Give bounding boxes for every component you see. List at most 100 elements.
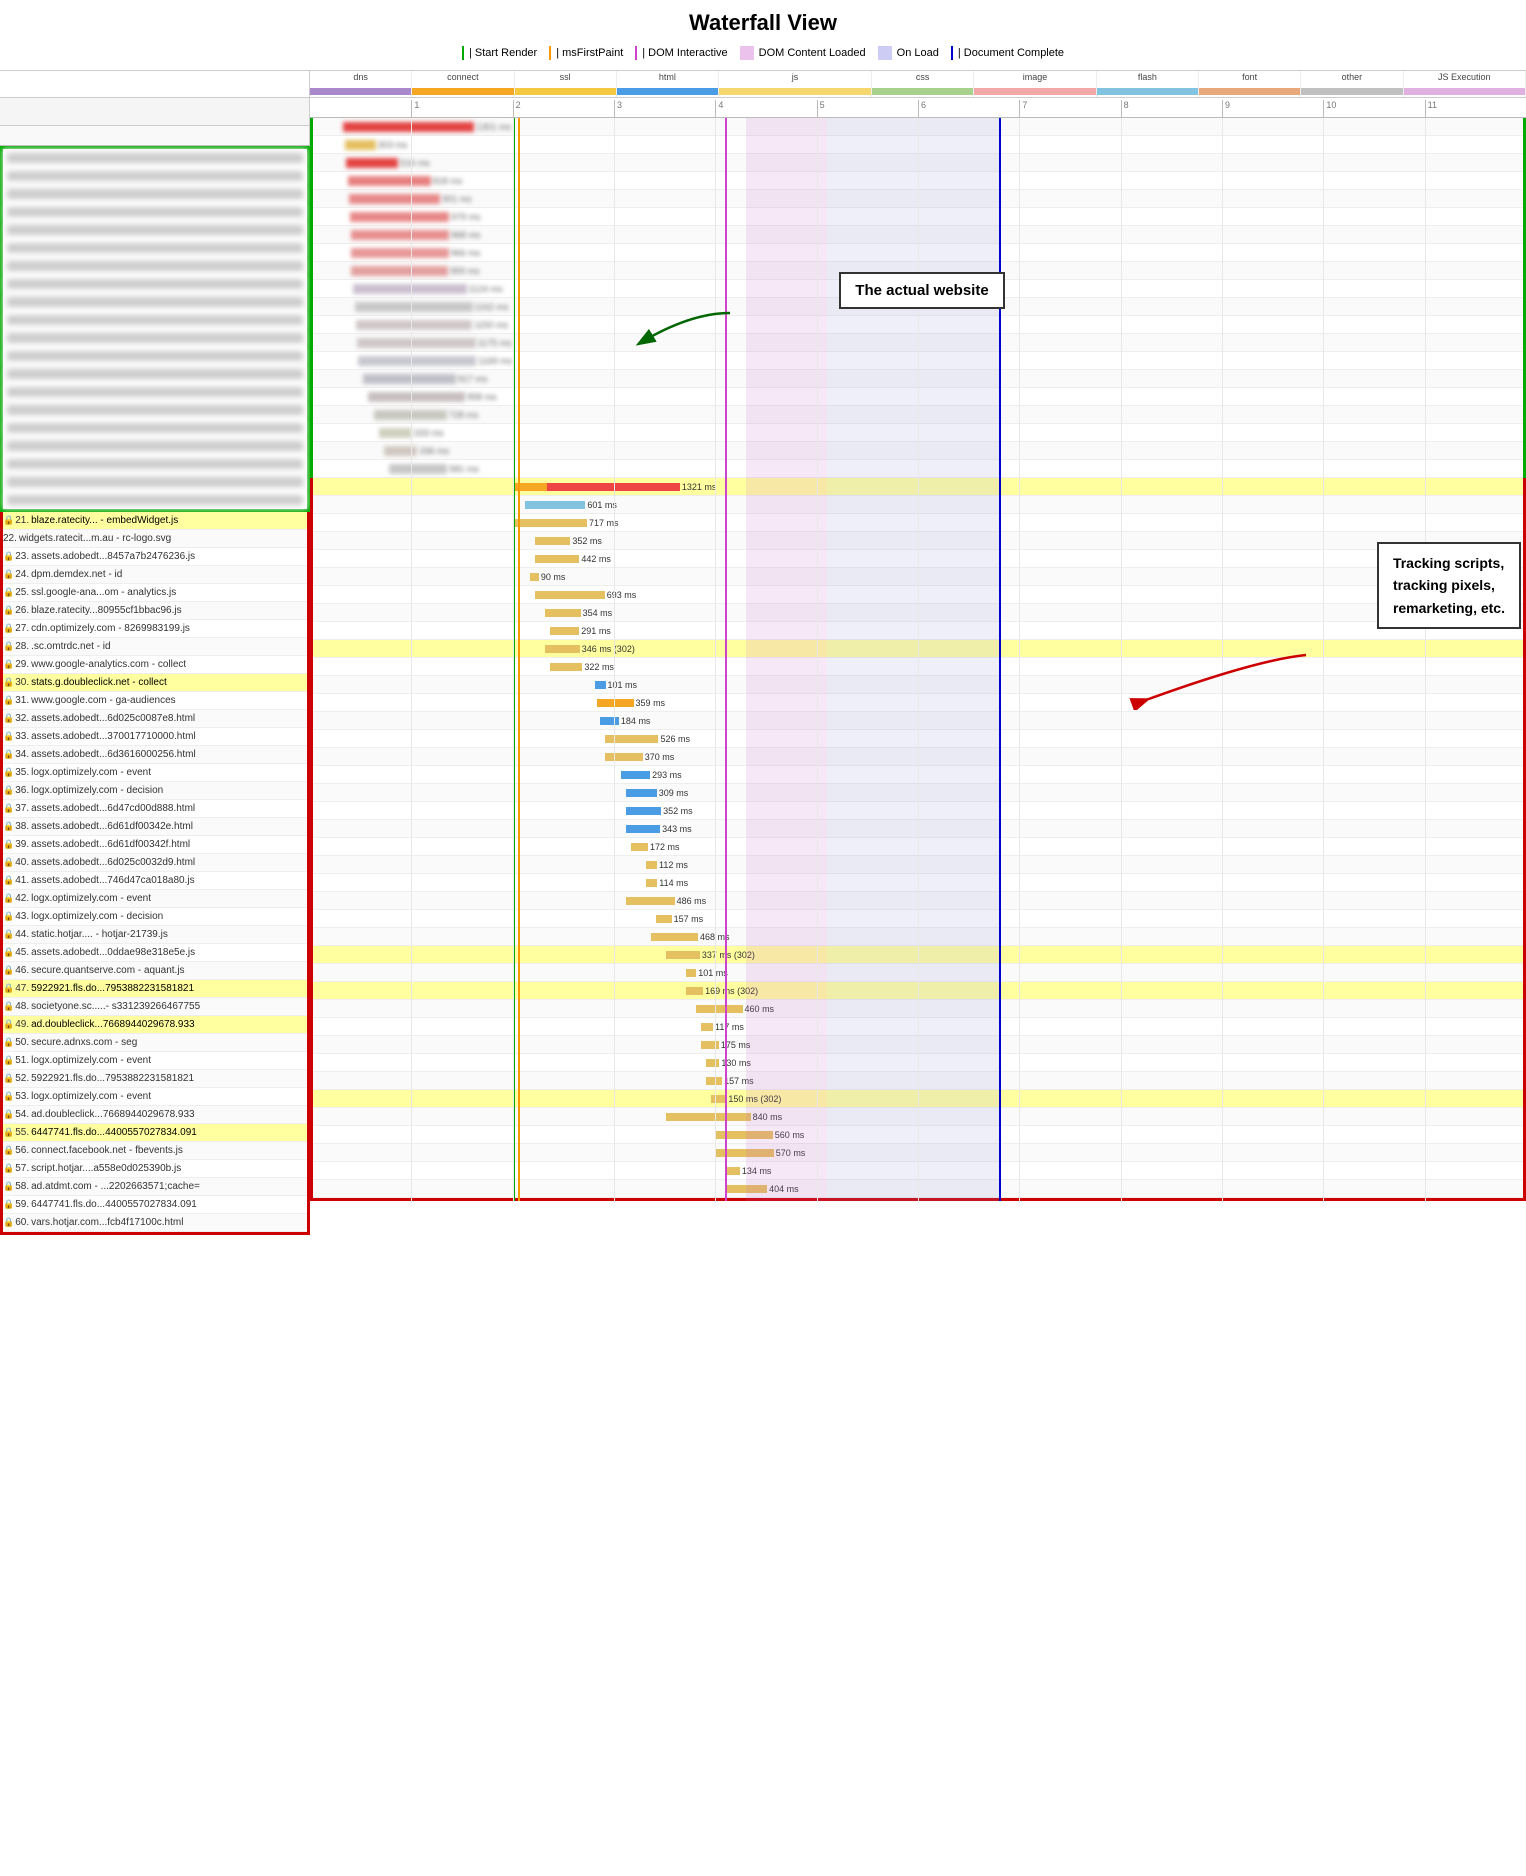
- rt-strip-connect: [412, 88, 513, 95]
- page-title: Waterfall View: [0, 10, 1526, 36]
- url-row-39: 🔒39. assets.adobedt...6d61df00342f.html: [3, 836, 307, 854]
- dur-label-52: 175 ms: [721, 1040, 751, 1050]
- rt-label-connect: connect: [447, 73, 479, 82]
- legend-on-load: On Load: [878, 46, 939, 60]
- dur-label-28: 354 ms: [583, 608, 613, 618]
- dur-label-33: 359 ms: [636, 698, 666, 708]
- url-text-22: widgets.ratecit...m.au - rc-logo.svg: [19, 533, 171, 544]
- timeline-row-31: 322 ms: [313, 658, 1523, 676]
- url-row-60: 🔒60. vars.hotjar.com...fcb4f17100c.html: [3, 1214, 307, 1232]
- dur-label-48: 101 ms: [698, 968, 728, 978]
- row-num-34: 34.: [15, 749, 29, 760]
- row-num-38: 38.: [15, 821, 29, 832]
- timeline-row-55: 150 ms (302): [313, 1090, 1523, 1108]
- dur-label-24: 352 ms: [572, 536, 602, 546]
- row-num-59: 59.: [15, 1199, 29, 1210]
- url-text-52: 5922921.fls.do...7953882231581821: [31, 1073, 194, 1084]
- url-row-59: 🔒59. 6447741.fls.do...4400557027834.091: [3, 1196, 307, 1214]
- dur-label-53: 130 ms: [721, 1058, 751, 1068]
- lock-icon-48: 🔒: [3, 1001, 14, 1012]
- annotation-actual-box: The actual website: [839, 272, 1004, 309]
- dur-label-26: 90 ms: [541, 572, 566, 582]
- rt-strip-font: [1199, 88, 1300, 95]
- dur-label-38: 309 ms: [659, 788, 689, 798]
- lock-icon-55: 🔒: [3, 1127, 14, 1138]
- url-text-44: static.hotjar.... - hotjar-21739.js: [31, 929, 168, 940]
- dur-label-41: 172 ms: [650, 842, 680, 852]
- rt-label-html: html: [659, 73, 676, 82]
- blurred-url-row-18: [3, 455, 307, 473]
- rt-cell-ssl: ssl: [515, 71, 617, 97]
- row-num-44: 44.: [15, 929, 29, 940]
- rt-cell-js-execution: JS Execution: [1404, 71, 1526, 97]
- waterfall-layout: // These will be generated by JS below 🔒…: [0, 98, 1526, 1235]
- url-row-28: 🔒28. .sc.omtrdc.net - id: [3, 638, 307, 656]
- timeline-row-47: 337 ms (302): [313, 946, 1523, 964]
- blurred-timeline-row-3: 516 ms: [313, 154, 1523, 172]
- legend-msfirstpaint-label: | msFirstPaint: [556, 47, 623, 59]
- timeline-row-29: 291 ms: [313, 622, 1523, 640]
- row-num-37: 37.: [15, 803, 29, 814]
- grid-tick-3: 3: [614, 100, 622, 119]
- lock-icon-60: 🔒: [3, 1217, 14, 1228]
- legend-document-complete: | Document Complete: [951, 46, 1064, 60]
- rt-cell-font: font: [1199, 71, 1301, 97]
- url-text-31: www.google.com - ga-audiences: [31, 695, 176, 706]
- lock-icon-21: 🔒: [3, 515, 14, 526]
- main-bar-43: [646, 879, 657, 887]
- dur-label-25: 442 ms: [581, 554, 611, 564]
- rt-cell-connect: connect: [412, 71, 514, 97]
- url-text-51: logx.optimizely.com - event: [31, 1055, 151, 1066]
- url-row-45: 🔒45. assets.adobedt...0ddae98e318e5e.js: [3, 944, 307, 962]
- dur-label-40: 343 ms: [662, 824, 692, 834]
- rt-url-placeholder: [0, 71, 310, 97]
- row-num-51: 51.: [15, 1055, 29, 1066]
- grid-header-url: [0, 126, 310, 146]
- lock-icon-46: 🔒: [3, 965, 14, 976]
- timeline-row-42: 112 ms: [313, 856, 1523, 874]
- dur-label-56: 840 ms: [753, 1112, 783, 1122]
- url-row-41: 🔒41. assets.adobedt...746d47ca018a80.js: [3, 872, 307, 890]
- lock-icon-32: 🔒: [3, 713, 14, 724]
- blurred-url-row-4: [3, 203, 307, 221]
- url-text-55: 6447741.fls.do...4400557027834.091: [31, 1127, 197, 1138]
- dur-label-30: 346 ms (302): [582, 644, 635, 654]
- main-bar-58: [716, 1149, 773, 1157]
- url-text-27: cdn.optimizely.com - 8269983199.js: [31, 623, 190, 634]
- lock-icon-39: 🔒: [3, 839, 14, 850]
- blurred-url-row-12: [3, 347, 307, 365]
- blurred-timeline-row-12: 1150 ms: [313, 316, 1523, 334]
- lock-icon-51: 🔒: [3, 1055, 14, 1066]
- lock-icon-38: 🔒: [3, 821, 14, 832]
- lock-icon-59: 🔒: [3, 1199, 14, 1210]
- row-num-57: 57.: [15, 1163, 29, 1174]
- dur-label-29: 291 ms: [581, 626, 611, 636]
- row-num-39: 39.: [15, 839, 29, 850]
- blurred-url-row-19: [3, 473, 307, 491]
- dur-label-35: 526 ms: [660, 734, 690, 744]
- rt-label-image: image: [1023, 73, 1048, 82]
- main-bar-30: [545, 645, 580, 653]
- timeline-row-50: 460 ms: [313, 1000, 1523, 1018]
- url-row-22: 22. widgets.ratecit...m.au - rc-logo.svg: [3, 530, 307, 548]
- row-num-35: 35.: [15, 767, 29, 778]
- url-text-38: assets.adobedt...6d61df00342e.html: [31, 821, 193, 832]
- blurred-url-row-16: [3, 419, 307, 437]
- legend-dom-content-loaded-label: DOM Content Loaded: [759, 47, 866, 59]
- url-text-24: dpm.demdex.net - id: [31, 569, 122, 580]
- row-num-50: 50.: [15, 1037, 29, 1048]
- url-text-28: .sc.omtrdc.net - id: [31, 641, 110, 652]
- green-box: // These will be generated by JS below: [0, 146, 310, 512]
- url-row-50: 🔒50. secure.adnxs.com - seg: [3, 1034, 307, 1052]
- dur-label-22: 601 ms: [587, 500, 617, 510]
- dur-label-36: 370 ms: [645, 752, 675, 762]
- blurred-url-rows: [3, 149, 307, 509]
- row-num-21: 21.: [15, 515, 29, 526]
- lock-icon-41: 🔒: [3, 875, 14, 886]
- blurred-timeline-row-2: 303 ms: [313, 136, 1523, 154]
- lock-icon-49: 🔒: [3, 1019, 14, 1030]
- rt-label-js-execution: JS Execution: [1438, 73, 1491, 82]
- lock-icon-31: 🔒: [3, 695, 14, 706]
- main-bar-41: [631, 843, 648, 851]
- url-row-38: 🔒38. assets.adobedt...6d61df00342e.html: [3, 818, 307, 836]
